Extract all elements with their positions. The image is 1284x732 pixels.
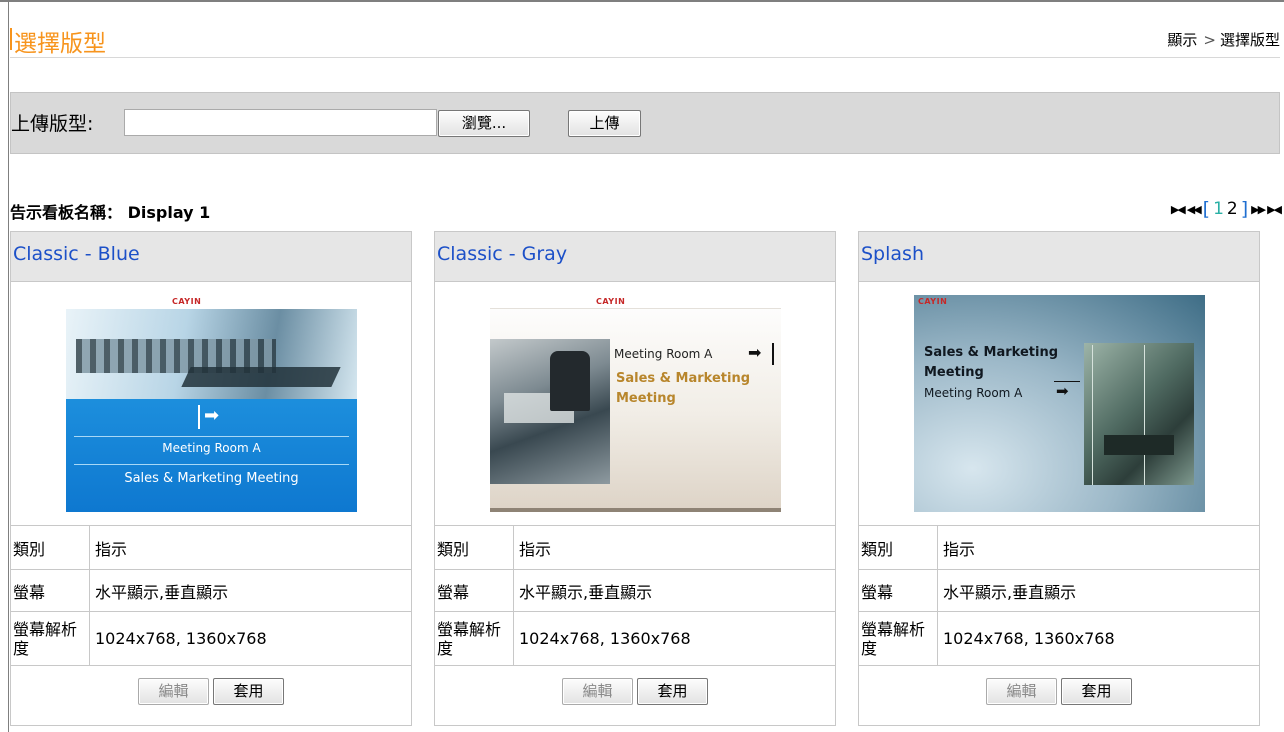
window-left-border — [8, 0, 9, 732]
template-thumbnail-splash[interactable]: CAYIN Sales & Marketing Meeting Meeting … — [914, 295, 1205, 512]
screen-value: 水平顯示,垂直顯示 — [943, 582, 1077, 602]
next-page-icon[interactable]: ▶▶ — [1251, 203, 1266, 216]
template-card-header: Classic - Gray — [435, 232, 835, 282]
window-top-border — [0, 0, 1284, 2]
edit-button[interactable]: 編輯 — [986, 678, 1057, 705]
thumb-logo: CAYIN — [172, 297, 202, 306]
thumb-event-line2: Meeting — [924, 365, 984, 380]
template-thumbnail-area: CAYIN Sales & Marketing Meeting Meeting … — [859, 282, 1259, 526]
template-thumbnail-area: CAYIN ➡ Meeting Room A Sales & Marketing… — [11, 282, 411, 526]
template-card-classic-gray: Classic - Gray CAYIN Meeting Room A ➡ Sa… — [434, 231, 836, 726]
template-thumbnail-classic-gray[interactable]: CAYIN Meeting Room A ➡ Sales & Marketing… — [490, 295, 781, 512]
page-1-current: 1 — [1213, 199, 1224, 219]
template-card-actions: 編輯 套用 — [11, 666, 411, 724]
thumb-room: Meeting Room A — [614, 347, 713, 361]
template-meta-screen-row: 螢幕 水平顯示,垂直顯示 — [435, 570, 835, 612]
thumb-arrow-icon: ➡ — [746, 343, 774, 365]
thumb-logo: CAYIN — [596, 297, 626, 306]
first-page-icon[interactable]: ▶◀ — [1171, 203, 1186, 216]
template-card-header: Classic - Blue — [11, 232, 411, 282]
signage-board-value: Display 1 — [127, 203, 211, 222]
edit-button[interactable]: 編輯 — [138, 678, 209, 705]
template-meta-resolution-row: 螢幕解析度 1024x768, 1360x768 — [859, 612, 1259, 666]
apply-button[interactable]: 套用 — [213, 678, 284, 705]
thumb-room: Meeting Room A — [924, 386, 1023, 400]
template-card-classic-blue: Classic - Blue CAYIN ➡ Meeting Room A Sa… — [10, 231, 412, 726]
template-meta-screen-row: 螢幕 水平顯示,垂直顯示 — [859, 570, 1259, 612]
page-2-link[interactable]: 2 — [1227, 199, 1238, 219]
resolution-value: 1024x768, 1360x768 — [519, 629, 691, 648]
breadcrumb-current: 選擇版型 — [1219, 31, 1280, 49]
thumb-event-line2: Meeting — [616, 391, 676, 406]
screen-label: 螢幕 — [435, 570, 514, 611]
thumb-logo: CAYIN — [918, 297, 948, 306]
template-name-link[interactable]: Classic - Gray — [437, 243, 567, 265]
thumb-event-line1: Sales & Marketing — [924, 345, 1058, 360]
template-meta-category-row: 類別 指示 — [435, 526, 835, 570]
template-meta-resolution-row: 螢幕解析度 1024x768, 1360x768 — [435, 612, 835, 666]
category-label: 類別 — [11, 526, 90, 569]
template-card-splash: Splash CAYIN Sales & Marketing Meeting M… — [858, 231, 1260, 726]
template-card-actions: 編輯 套用 — [435, 666, 835, 724]
template-thumbnail-area: CAYIN Meeting Room A ➡ Sales & Marketing… — [435, 282, 835, 526]
pager-close-bracket: ] — [1240, 198, 1249, 220]
upload-template-label: 上傳版型: — [11, 113, 94, 135]
breadcrumb-separator: > — [1203, 31, 1216, 49]
template-meta-category-row: 類別 指示 — [859, 526, 1259, 570]
screen-label: 螢幕 — [11, 570, 90, 611]
browse-button[interactable]: 瀏覽... — [438, 110, 530, 137]
last-page-icon[interactable]: ▶◀ — [1267, 203, 1282, 216]
template-meta-screen-row: 螢幕 水平顯示,垂直顯示 — [11, 570, 411, 612]
category-label: 類別 — [435, 526, 514, 569]
pager-open-bracket: [ — [1202, 198, 1211, 220]
thumb-arrow-icon: ➡ — [1054, 381, 1080, 400]
pagination: ▶◀ ◀◀ [ 1 2 ] ▶▶ ▶◀ — [1171, 198, 1282, 220]
upload-button[interactable]: 上傳 — [568, 110, 641, 137]
category-label: 類別 — [859, 526, 938, 569]
resolution-value: 1024x768, 1360x768 — [95, 629, 267, 648]
thumb-event: Sales & Marketing Meeting — [124, 471, 299, 486]
template-name-link[interactable]: Splash — [861, 243, 924, 265]
page-title: 選擇版型 — [14, 31, 106, 57]
edit-button[interactable]: 編輯 — [562, 678, 633, 705]
signage-board-name: 告示看板名稱： Display 1 — [10, 199, 210, 223]
template-card-actions: 編輯 套用 — [859, 666, 1259, 724]
resolution-label: 螢幕解析度 — [859, 612, 938, 665]
prev-page-icon[interactable]: ◀◀ — [1187, 203, 1202, 216]
breadcrumb-display-link[interactable]: 顯示 — [1167, 31, 1197, 49]
template-name-link[interactable]: Classic - Blue — [13, 243, 140, 265]
screen-value: 水平顯示,垂直顯示 — [519, 582, 653, 602]
thumb-event-line1: Sales & Marketing — [616, 371, 750, 386]
category-value: 指示 — [95, 539, 128, 559]
title-accent-bar — [10, 28, 12, 50]
category-value: 指示 — [519, 539, 552, 559]
thumb-room: Meeting Room A — [162, 441, 261, 455]
upload-template-panel: 上傳版型: 瀏覽... 上傳 — [10, 92, 1280, 154]
template-meta-resolution-row: 螢幕解析度 1024x768, 1360x768 — [11, 612, 411, 666]
category-value: 指示 — [943, 539, 976, 559]
resolution-label: 螢幕解析度 — [435, 612, 514, 665]
screen-label: 螢幕 — [859, 570, 938, 611]
resolution-value: 1024x768, 1360x768 — [943, 629, 1115, 648]
apply-button[interactable]: 套用 — [637, 678, 708, 705]
title-divider — [10, 57, 1280, 58]
template-meta-category-row: 類別 指示 — [11, 526, 411, 570]
resolution-label: 螢幕解析度 — [11, 612, 90, 665]
thumb-arrow-icon: ➡ — [198, 405, 226, 429]
template-card-header: Splash — [859, 232, 1259, 282]
signage-board-label: 告示看板名稱： — [10, 203, 123, 222]
apply-button[interactable]: 套用 — [1061, 678, 1132, 705]
upload-file-path-input[interactable] — [124, 109, 437, 136]
breadcrumb: 顯示 > 選擇版型 — [1167, 29, 1280, 50]
screen-value: 水平顯示,垂直顯示 — [95, 582, 229, 602]
template-thumbnail-classic-blue[interactable]: CAYIN ➡ Meeting Room A Sales & Marketing… — [66, 295, 357, 512]
